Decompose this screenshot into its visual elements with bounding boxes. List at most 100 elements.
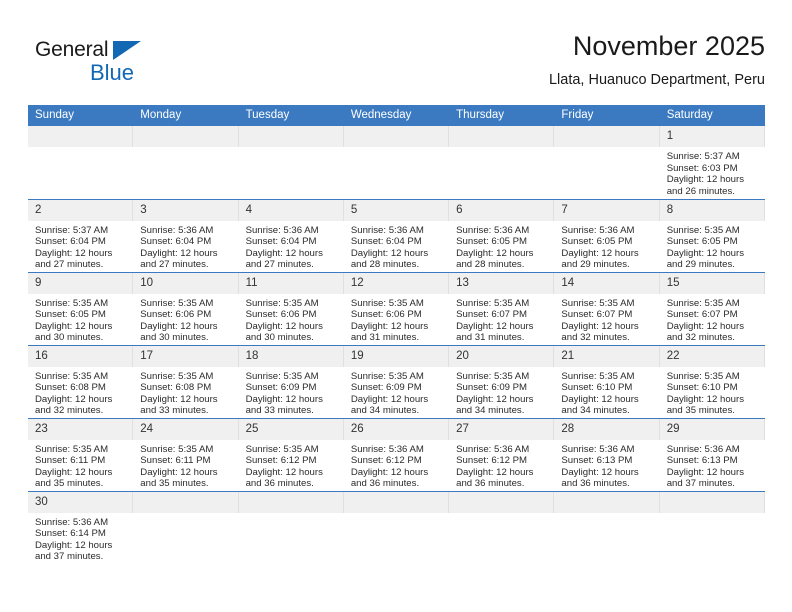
day-info-line: Sunrise: 5:35 AM: [35, 443, 109, 455]
day-sun-info: Sunrise: 5:35 AM Sunset: 6:09 PM Daylight:…: [344, 367, 449, 417]
calendar-day-cell[interactable]: 25 Sunrise: 5:35 AM Sunset: 6:12 PM Dayligh…: [238, 417, 344, 491]
day-info-line: Sunset: 6:05 PM: [666, 236, 738, 248]
calendar-day-cell[interactable]: 29 Sunrise: 5:36 AM Sunset: 6:13 PM Dayligh…: [659, 417, 765, 491]
calendar-day-cell[interactable]: 4 Sunrise: 5:36 AM Sunset: 6:04 PM Daylight…: [238, 198, 344, 272]
calendar-day-cell-empty: [343, 126, 450, 199]
day-sun-info: Sunrise: 5:35 AM Sunset: 6:11 PM Daylight:…: [28, 440, 133, 490]
calendar-day-cell[interactable]: 19 Sunrise: 5:35 AM Sunset: 6:09 PM Dayligh…: [343, 344, 450, 418]
day-info-line: Sunrise: 5:36 AM: [456, 224, 530, 236]
calendar-day-cell[interactable]: 17 Sunrise: 5:35 AM Sunset: 6:08 PM Dayligh…: [133, 344, 239, 418]
day-info-line: and 27 minutes.: [35, 259, 104, 271]
calendar-day-cell-empty: [133, 490, 239, 564]
day-info-line: Sunset: 6:05 PM: [456, 236, 528, 248]
day-info-line: Daylight: 12 hours: [140, 466, 218, 478]
day-sun-info: Sunrise: 5:35 AM Sunset: 6:09 PM Daylight:…: [449, 367, 554, 417]
day-sun-info: Sunrise: 5:35 AM Sunset: 6:12 PM Daylight:…: [239, 440, 344, 490]
day-info-line: Sunrise: 5:36 AM: [245, 224, 319, 236]
day-sun-info: Sunrise: 5:37 AM Sunset: 6:03 PM Daylight:…: [660, 147, 765, 197]
calendar-week-row: 23 Sunrise: 5:35 AM Sunset: 6:11 PM Dayligh…: [28, 417, 765, 491]
day-info-line: and 36 minutes.: [561, 478, 630, 490]
day-info-line: Sunset: 6:06 PM: [140, 309, 212, 321]
day-info-line: Daylight: 12 hours: [35, 393, 113, 405]
calendar-day-cell[interactable]: 3 Sunrise: 5:36 AM Sunset: 6:04 PM Daylight…: [133, 198, 239, 272]
calendar-day-cell[interactable]: 28 Sunrise: 5:36 AM Sunset: 6:13 PM Dayligh…: [554, 417, 660, 491]
calendar-day-cell[interactable]: 16 Sunrise: 5:35 AM Sunset: 6:08 PM Dayligh…: [28, 344, 134, 418]
day-info-line: Sunset: 6:09 PM: [350, 382, 422, 394]
day-number: 25: [238, 418, 344, 440]
triangle-icon: [113, 41, 141, 60]
day-info-line: Sunset: 6:06 PM: [245, 309, 317, 321]
day-info-line: Sunset: 6:11 PM: [35, 455, 106, 467]
day-info-line: Daylight: 12 hours: [666, 393, 745, 405]
general-blue-logo[interactable]: General Blue: [35, 38, 165, 92]
calendar-day-cell[interactable]: 14 Sunrise: 5:35 AM Sunset: 6:07 PM Dayligh…: [554, 271, 660, 345]
calendar-day-cell[interactable]: 11 Sunrise: 5:35 AM Sunset: 6:06 PM Dayligh…: [238, 271, 344, 345]
calendar-day-cell[interactable]: 21 Sunrise: 5:35 AM Sunset: 6:10 PM Dayligh…: [554, 344, 660, 418]
day-number: 21: [554, 345, 660, 367]
calendar-day-cell[interactable]: 6 Sunrise: 5:36 AM Sunset: 6:05 PM Daylight…: [449, 198, 555, 272]
calendar-grid: Sunday Monday Tuesday Wednesday Thursday Frid…: [28, 105, 765, 564]
day-info-line: Daylight: 12 hours: [666, 320, 745, 332]
day-info-line: Sunrise: 5:35 AM: [140, 443, 214, 455]
day-info-line: Sunrise: 5:35 AM: [561, 297, 635, 309]
calendar-day-cell[interactable]: 30 Sunrise: 5:36 AM Sunset: 6:14 PM Dayligh…: [28, 490, 134, 564]
day-info-line: Daylight: 12 hours: [561, 393, 639, 405]
calendar-day-cell[interactable]: 7 Sunrise: 5:36 AM Sunset: 6:05 PM Daylight…: [554, 198, 660, 272]
day-info-line: Sunrise: 5:35 AM: [666, 370, 740, 382]
day-number: [133, 126, 239, 147]
day-info-line: and 34 minutes.: [561, 405, 630, 417]
day-sun-info: Sunrise: 5:36 AM Sunset: 6:12 PM Daylight:…: [449, 440, 554, 490]
calendar-day-cell[interactable]: 23 Sunrise: 5:35 AM Sunset: 6:11 PM Dayligh…: [28, 417, 134, 491]
day-info-line: Daylight: 12 hours: [456, 393, 534, 405]
day-info-line: Sunrise: 5:36 AM: [666, 443, 740, 455]
calendar-day-cell[interactable]: 22 Sunrise: 5:35 AM Sunset: 6:10 PM Dayligh…: [659, 344, 765, 418]
calendar-day-cell[interactable]: 26 Sunrise: 5:36 AM Sunset: 6:12 PM Dayligh…: [343, 417, 450, 491]
calendar-day-cell[interactable]: 10 Sunrise: 5:35 AM Sunset: 6:06 PM Dayligh…: [133, 271, 239, 345]
calendar-day-cell[interactable]: 2 Sunrise: 5:37 AM Sunset: 6:04 PM Daylight…: [28, 198, 134, 272]
calendar-day-cell-empty: [449, 490, 555, 564]
day-info-line: Daylight: 12 hours: [245, 466, 323, 478]
day-info-line: Sunset: 6:12 PM: [350, 455, 422, 467]
day-info-line: Sunset: 6:09 PM: [456, 382, 528, 394]
calendar-header-row: Sunday Monday Tuesday Wednesday Thursday Frid…: [28, 105, 765, 126]
day-sun-info: Sunrise: 5:35 AM Sunset: 6:07 PM Daylight:…: [554, 294, 659, 344]
day-sun-info: Sunrise: 5:36 AM Sunset: 6:14 PM Daylight:…: [28, 513, 133, 563]
calendar-day-cell[interactable]: 5 Sunrise: 5:36 AM Sunset: 6:04 PM Daylight…: [343, 198, 450, 272]
day-info-line: Sunrise: 5:37 AM: [35, 224, 109, 236]
day-info-line: Daylight: 12 hours: [245, 320, 323, 332]
calendar-day-cell[interactable]: 20 Sunrise: 5:35 AM Sunset: 6:09 PM Dayligh…: [449, 344, 555, 418]
day-info-line: Daylight: 12 hours: [35, 320, 113, 332]
day-info-line: Sunrise: 5:35 AM: [561, 370, 635, 382]
day-info-line: Sunset: 6:04 PM: [245, 236, 317, 248]
calendar-day-cell[interactable]: 1 Sunrise: 5:37 AM Sunset: 6:03 PM Daylight…: [659, 126, 765, 199]
calendar-day-cell[interactable]: 15 Sunrise: 5:35 AM Sunset: 6:07 PM Dayligh…: [659, 271, 765, 345]
day-number: 3: [133, 199, 239, 221]
calendar-day-cell-empty: [554, 126, 660, 199]
day-info-line: Sunrise: 5:37 AM: [666, 151, 740, 162]
calendar-day-cell[interactable]: 18 Sunrise: 5:35 AM Sunset: 6:09 PM Dayligh…: [238, 344, 344, 418]
day-number: [238, 126, 344, 147]
calendar-day-cell[interactable]: 8 Sunrise: 5:35 AM Sunset: 6:05 PM Daylight…: [659, 198, 765, 272]
calendar-day-cell[interactable]: 13 Sunrise: 5:35 AM Sunset: 6:07 PM Dayligh…: [449, 271, 555, 345]
day-number: 6: [449, 199, 555, 221]
day-info-line: Sunrise: 5:35 AM: [456, 370, 530, 382]
calendar-day-cell-empty: [659, 490, 765, 564]
day-number: 7: [554, 199, 660, 221]
page-subtitle: Llata, Huanuco Department, Peru: [548, 72, 765, 88]
day-info-line: and 27 minutes.: [140, 259, 209, 271]
day-sun-info: Sunrise: 5:35 AM Sunset: 6:11 PM Daylight:…: [133, 440, 238, 490]
day-number: [343, 126, 450, 147]
day-number: 14: [554, 272, 660, 294]
day-number: 27: [449, 418, 555, 440]
calendar-day-cell[interactable]: 12 Sunrise: 5:35 AM Sunset: 6:06 PM Dayligh…: [343, 271, 450, 345]
day-info-line: Sunrise: 5:35 AM: [35, 297, 109, 309]
calendar-day-cell[interactable]: 24 Sunrise: 5:35 AM Sunset: 6:11 PM Dayligh…: [133, 417, 239, 491]
calendar-day-cell[interactable]: 9 Sunrise: 5:35 AM Sunset: 6:05 PM Daylight…: [28, 271, 134, 345]
day-info-line: Daylight: 12 hours: [35, 539, 113, 551]
calendar-day-cell[interactable]: 27 Sunrise: 5:36 AM Sunset: 6:12 PM Dayligh…: [449, 417, 555, 491]
calendar-day-cell-empty: [343, 490, 450, 564]
day-number: [659, 491, 765, 513]
logo-text-general: General: [35, 38, 109, 61]
day-info-line: Daylight: 12 hours: [140, 247, 218, 259]
day-info-line: Sunrise: 5:35 AM: [666, 224, 740, 236]
